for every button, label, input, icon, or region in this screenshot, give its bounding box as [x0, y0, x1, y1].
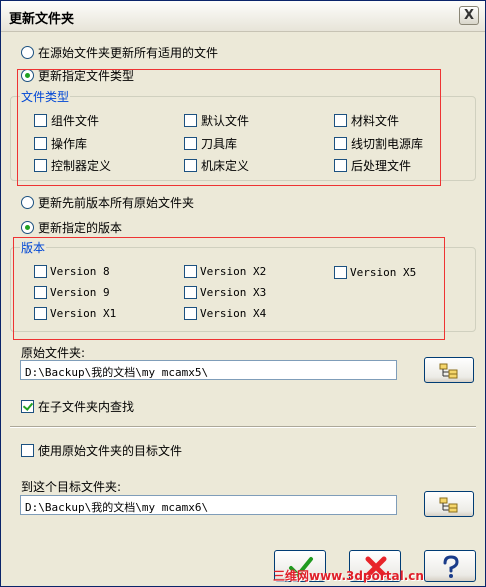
target-folder-label: 到这个目标文件夹:: [21, 480, 122, 494]
target-folder-input[interactable]: D:\Backup\我的文档\my mcamx6\: [20, 495, 397, 515]
folder-tree-icon: [439, 363, 458, 379]
radio-update-all-applicable-label: 在源始文件夹更新所有适用的文件: [38, 46, 219, 60]
title-bar: 更新文件夹 X: [1, 1, 485, 32]
checkbox-use-source-target[interactable]: [21, 444, 34, 457]
close-button[interactable]: X: [459, 6, 479, 25]
checkbox-search-subfolders[interactable]: [21, 400, 34, 413]
source-folder-label: 原始文件夹:: [21, 346, 86, 360]
source-folder-input[interactable]: D:\Backup\我的文档\my mcamx5\: [20, 360, 397, 380]
help-button[interactable]: [424, 550, 476, 582]
radio-update-specified-version[interactable]: [21, 221, 34, 234]
radio-update-previous-all[interactable]: [21, 196, 34, 209]
question-mark-icon: [443, 555, 459, 578]
radio-update-all-applicable[interactable]: [21, 46, 34, 59]
radio-update-previous-all-label: 更新先前版本所有原始文件夹: [38, 196, 195, 210]
browse-source-folder-button[interactable]: [424, 357, 474, 383]
folder-tree-icon: [439, 497, 458, 513]
highlight-box-versions: [13, 237, 445, 340]
update-folders-dialog: 更新文件夹 X 在源始文件夹更新所有适用的文件 更新指定文件类型 文件类型 组件…: [0, 0, 486, 587]
radio-update-specified-version-label: 更新指定的版本: [38, 221, 123, 235]
dialog-title: 更新文件夹: [9, 12, 75, 27]
checkbox-search-subfolders-label: 在子文件夹内查找: [38, 400, 135, 414]
divider: [10, 426, 476, 428]
browse-target-folder-button[interactable]: [424, 491, 474, 517]
highlight-box-file-types: [17, 69, 441, 186]
checkbox-use-source-target-label: 使用原始文件夹的目标文件: [38, 444, 183, 458]
watermark-text: 三维网www.3dportal.cn: [273, 569, 424, 583]
